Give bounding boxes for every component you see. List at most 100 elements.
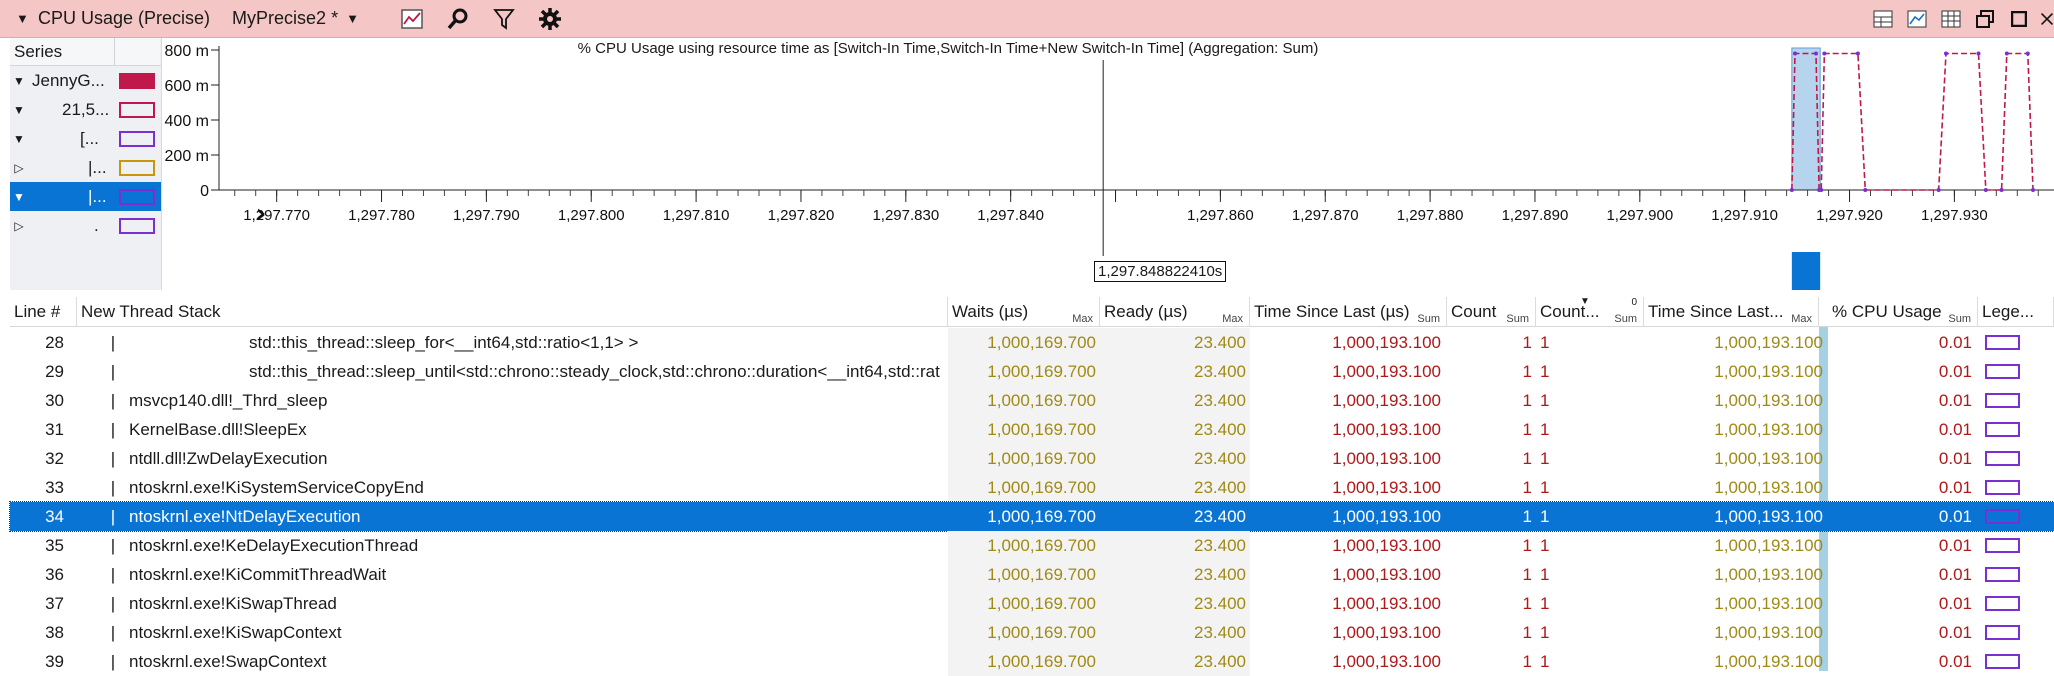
series-color-swatch[interactable] [119,72,155,89]
legend-color-swatch[interactable] [1985,422,2020,437]
column-header[interactable]: Time Since Last... Max [1644,297,1819,327]
thread-stack-cell[interactable]: | msvcp140.dll!_Thrd_sleep [77,386,948,415]
thread-stack-cell[interactable]: | ntoskrnl.exe!KiCommitThreadWait [77,560,948,589]
thread-stack-cell[interactable]: | ntoskrnl.exe!KeDelayExecutionThread [77,531,948,560]
axis-selection-marker[interactable] [1791,252,1821,290]
chevron-right-icon[interactable]: › [256,199,267,229]
collapsed-caret-icon[interactable]: ▷ [10,219,28,233]
legend-cell [1978,328,2054,357]
legend-color-swatch[interactable] [1985,654,2020,669]
column-header-label: % CPU Usage [1832,302,1942,321]
series-color-swatch[interactable] [119,101,155,118]
time-since-last-max-cell: 1,000,193.100 [1714,565,1823,584]
sort-indicator-icon[interactable]: ▼ [1580,297,1590,307]
table-row[interactable]: 35 | ntoskrnl.exe!KeDelayExecutionThread 1,… [10,531,2054,560]
chart-view-icon[interactable] [397,4,427,34]
thread-stack-cell[interactable]: | std::this_thread::sleep_until<std::chro… [77,357,948,386]
legend-color-swatch[interactable] [1985,625,2020,640]
y-tick-label: 600 m [165,78,209,95]
series-color-swatch[interactable] [119,159,155,176]
column-header[interactable]: Count Sum [1447,297,1536,327]
count-cell: 1 [1522,507,1532,526]
column-header[interactable]: New Thread Stack [77,297,948,327]
table-row[interactable]: 37 | ntoskrnl.exe!KiSwapThread 1,000,169.70… [10,589,2054,618]
legend-color-swatch[interactable] [1985,451,2020,466]
collapsed-caret-icon[interactable]: ▷ [10,161,28,175]
series-point [1789,188,1794,192]
column-header[interactable]: Waits (µs) Max [948,297,1100,327]
maximize-icon[interactable] [2006,4,2032,34]
series-row[interactable]: ▷ |... [10,153,161,182]
thread-stack-cell[interactable]: | ntdll.dll!ZwDelayExecution [77,444,948,473]
column-header-label: Count [1451,302,1497,321]
series-point [1793,51,1798,56]
thread-stack-cell[interactable]: | KernelBase.dll!SleepEx [77,415,948,444]
graph-table-icon[interactable] [1870,4,1896,34]
legend-color-swatch[interactable] [1985,335,2020,350]
series-row-label: 21,5... [62,99,110,119]
table-only-icon[interactable] [1938,4,1964,34]
series-row[interactable]: ▷. [10,211,161,240]
series-row[interactable]: ▼ 21,5... [10,95,161,124]
column-header[interactable]: Time Since Last (µs) Sum [1250,297,1447,327]
thread-stack-cell[interactable]: | ntoskrnl.exe!KiSwapThread [77,589,948,618]
series-color-swatch[interactable] [119,188,155,205]
collapse-caret-icon[interactable]: ▼ [16,11,29,26]
settings-gear-icon[interactable] [535,4,565,34]
tree-indent-guide: | [110,420,116,439]
table-row[interactable]: 28 | std::this_thread::sleep_for<__int64,s… [10,328,2054,357]
table-row[interactable]: 33 | ntoskrnl.exe!KiSystemServiceCopyEnd 1,… [10,473,2054,502]
table-row[interactable]: 29 | std::this_thread::sleep_until<std::ch… [10,357,2054,386]
count-cell: 1 [1522,420,1532,439]
series-row[interactable]: ▼ JennyG... [10,66,161,95]
table-row[interactable]: 39 | ntoskrnl.exe!SwapContext 1,000,169.700… [10,647,2054,676]
table-row[interactable]: 38 | ntoskrnl.exe!KiSwapContext 1,000,169.7… [10,618,2054,647]
legend-color-swatch[interactable] [1985,538,2020,553]
column-header[interactable]: Ready (µs) Max [1100,297,1250,327]
series-row[interactable]: ▼ |... [10,182,161,211]
thread-stack-cell[interactable]: | ntoskrnl.exe!KiSwapContext [77,618,948,647]
cpu-usage-chart[interactable]: 0200 m400 m600 m800 m1,297.770 1,297.780 1… [163,38,2054,290]
table-row[interactable]: 34 | ntoskrnl.exe!NtDelayExecution 1,000,16… [9,501,2054,532]
legend-color-swatch[interactable] [1985,567,2020,582]
series-point [1943,51,1948,56]
series-color-swatch[interactable] [119,130,155,147]
column-header[interactable]: Line # [10,297,77,327]
search-icon[interactable] [443,4,473,34]
thread-stack-cell[interactable]: | std::this_thread::sleep_for<__int64,std… [77,328,948,357]
series-row-label: . [94,215,99,235]
table-row[interactable]: 31 | KernelBase.dll!SleepEx 1,000,169.700 23… [10,415,2054,444]
legend-color-swatch[interactable] [1985,364,2020,379]
restore-window-icon[interactable] [1972,4,1998,34]
expanded-caret-icon[interactable]: ▼ [10,132,28,146]
expanded-caret-icon[interactable]: ▼ [10,103,28,117]
close-icon[interactable] [2040,4,2054,34]
thread-stack-cell[interactable]: | ntoskrnl.exe!KiSystemServiceCopyEnd [77,473,948,502]
expanded-caret-icon[interactable]: ▼ [10,74,28,88]
table-row[interactable]: 32 | ntdll.dll!ZwDelayExecution 1,000,169.7… [10,444,2054,473]
column-header-label: Lege... [1982,302,2034,321]
column-header[interactable]: Lege... [1978,297,2054,327]
preset-name[interactable]: MyPrecise2 * [232,8,338,29]
expanded-caret-icon[interactable]: ▼ [10,190,28,204]
legend-color-swatch[interactable] [1985,393,2020,408]
column-header[interactable]: % CPU Usage Sum [1828,297,1978,327]
graph-only-icon[interactable] [1904,4,1930,34]
series-color-swatch[interactable] [119,217,155,234]
table-row[interactable]: 30 | msvcp140.dll!_Thrd_sleep 1,000,169.700… [10,386,2054,415]
legend-color-swatch[interactable] [1985,480,2020,495]
thread-stack-cell[interactable]: | ntoskrnl.exe!NtDelayExecution [77,502,948,531]
line-number-cell: 37 [45,594,64,613]
legend-color-swatch[interactable] [1985,596,2020,611]
thread-stack-cell[interactable]: | ntoskrnl.exe!SwapContext [77,647,948,676]
series-row[interactable]: ▼ [... [10,124,161,153]
filter-icon[interactable] [489,4,519,34]
series-line[interactable] [1791,52,2034,191]
preset-dropdown-icon[interactable]: ▼ [346,11,359,26]
time-since-last-cell: 1,000,193.100 [1332,449,1441,468]
time-since-last-cell: 1,000,193.100 [1332,391,1441,410]
table-row[interactable]: 36 | ntoskrnl.exe!KiCommitThreadWait 1,000,… [10,560,2054,589]
chart-area[interactable]: 0 200 m 400 m 600 m 800 m 1,297.770 1,297.780 1… [163,38,2054,290]
column-header[interactable]: Count... Sum ▼ 0 [1536,297,1644,327]
legend-color-swatch[interactable] [1985,509,2020,524]
